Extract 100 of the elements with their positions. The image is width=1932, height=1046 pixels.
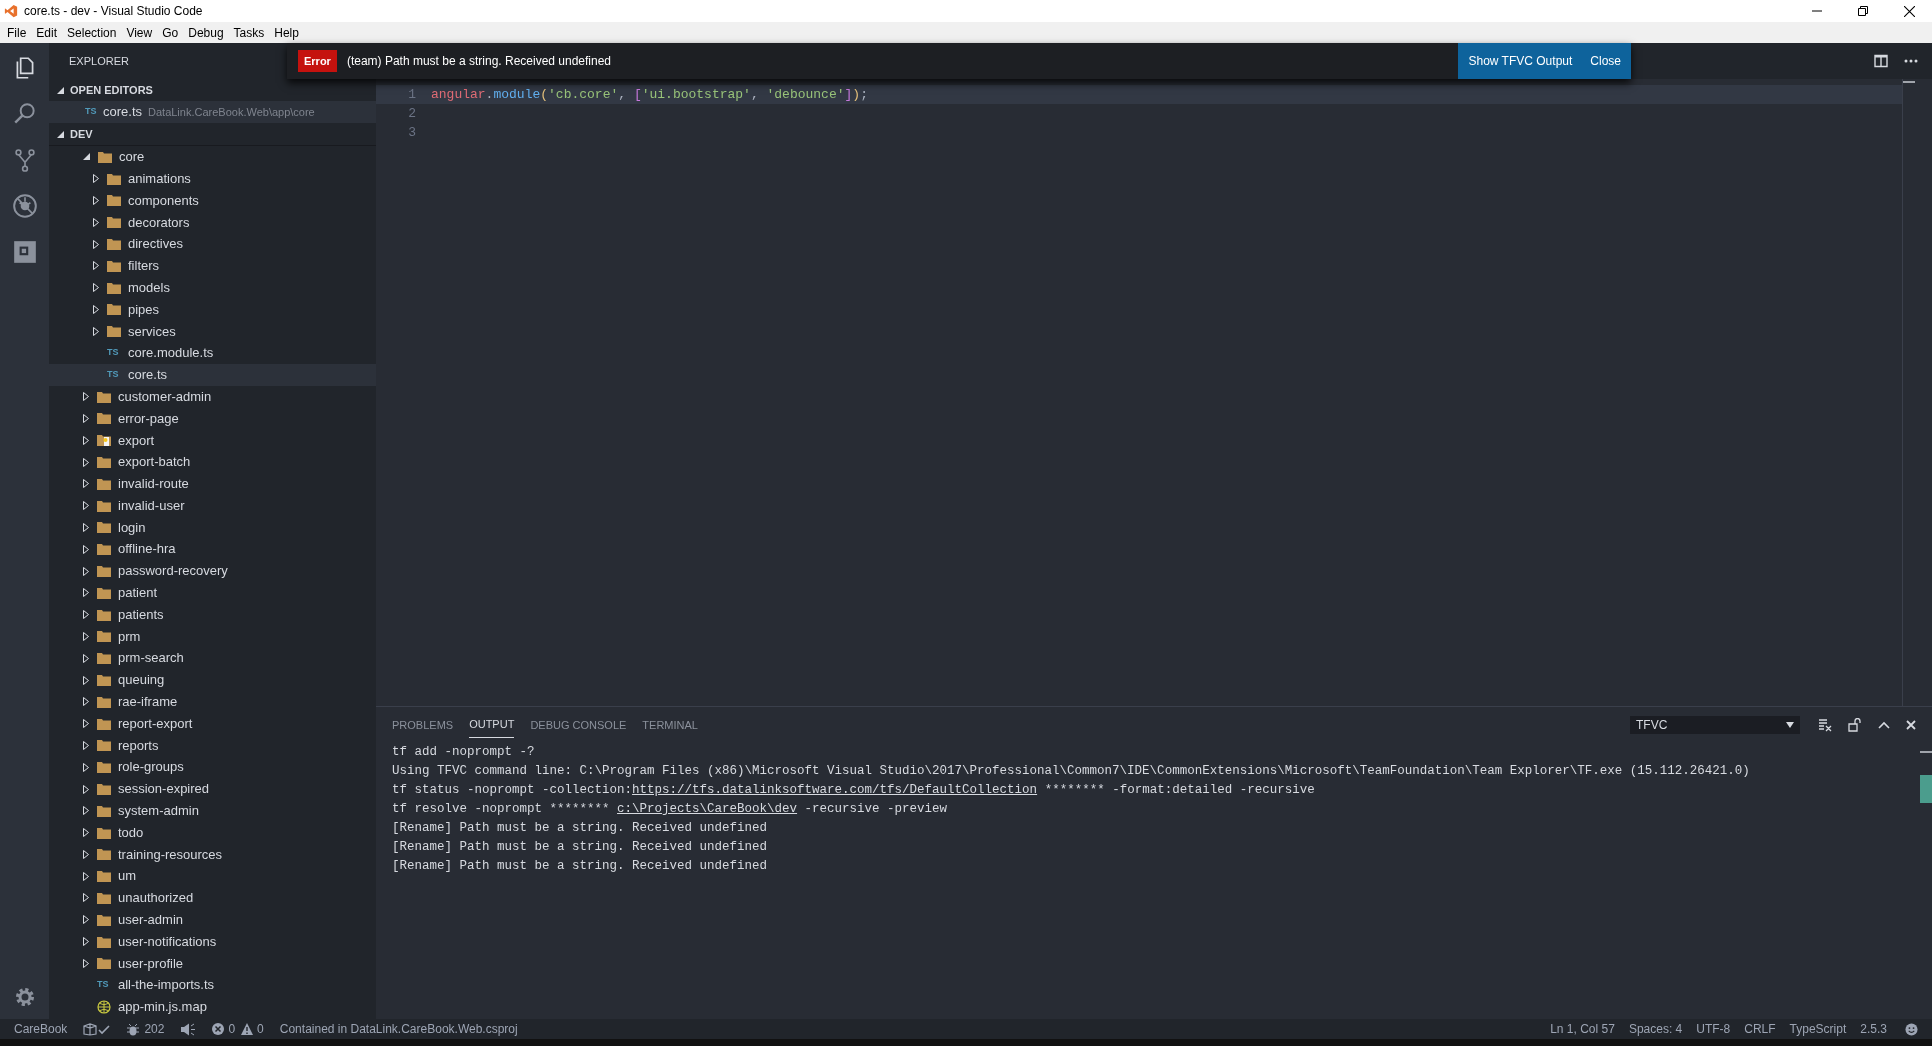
tree-item[interactable]: user-notifications: [49, 930, 376, 953]
tree-item[interactable]: invalid-route: [49, 472, 376, 495]
open-editor-item[interactable]: TS core.ts DataLink.CareBook.Web\app\core: [49, 101, 376, 123]
tree-item[interactable]: offline-hra: [49, 538, 376, 561]
bug-icon[interactable]: [127, 1022, 140, 1036]
tree-item[interactable]: services: [49, 320, 376, 343]
tree-item[interactable]: TS core.module.ts: [49, 342, 376, 364]
tree-item[interactable]: TS core.ts: [49, 363, 376, 386]
status-item[interactable]: Ln 1, Col 57: [1550, 1020, 1615, 1038]
notification-action[interactable]: Close: [1590, 52, 1621, 70]
overview-ruler-mark: [1920, 775, 1932, 803]
lock-icon[interactable]: [1848, 718, 1862, 732]
tree-item[interactable]: user-profile: [49, 952, 376, 975]
tree-item[interactable]: password-recovery: [49, 560, 376, 582]
menu-item[interactable]: Help: [269, 23, 304, 42]
tree-item[interactable]: core: [49, 146, 376, 168]
tree-item[interactable]: filters: [49, 255, 376, 277]
folder-icon: [107, 303, 121, 316]
tree-item[interactable]: reports: [49, 734, 376, 757]
section-header[interactable]: OPEN EDITORS: [49, 79, 376, 101]
split-editor-icon[interactable]: [1874, 54, 1888, 68]
folder-icon: [97, 608, 111, 621]
tree-item[interactable]: invalid-user: [49, 494, 376, 517]
notification-action[interactable]: Show TFVC Output: [1468, 52, 1573, 70]
tree-item[interactable]: system-admin: [49, 799, 376, 822]
scrollbar-thumb[interactable]: [1920, 751, 1932, 753]
debug-icon[interactable]: [11, 193, 38, 219]
ts-file-icon: TS: [85, 105, 103, 119]
tree-item[interactable]: session-expired: [49, 778, 376, 800]
menu-item[interactable]: Selection: [62, 23, 122, 42]
tree-item[interactable]: patient: [49, 581, 376, 604]
checkin-icon[interactable]: [83, 1022, 112, 1036]
folder-icon: [97, 848, 111, 861]
menu-item[interactable]: File: [2, 23, 32, 42]
tree-item[interactable]: animations: [49, 167, 376, 190]
status-item[interactable]: Spaces: 4: [1628, 1020, 1683, 1038]
tree-item[interactable]: queuing: [49, 669, 376, 691]
tree-item[interactable]: prm-search: [49, 647, 376, 670]
tree-item[interactable]: models: [49, 276, 376, 299]
tree-item[interactable]: unauthorized: [49, 887, 376, 909]
folder-icon: [97, 630, 111, 643]
output-channel-dropdown[interactable]: TFVC: [1630, 716, 1800, 734]
tree-item[interactable]: training-resources: [49, 843, 376, 866]
tree-item[interactable]: pipes: [49, 298, 376, 321]
status-item[interactable]: Contained in DataLink.CareBook.Web.csproj: [279, 1020, 518, 1038]
menu-item[interactable]: Debug: [183, 23, 229, 42]
tree-item[interactable]: TS all-the-imports.ts: [49, 974, 376, 997]
tree-item[interactable]: login: [49, 516, 376, 539]
tree-item[interactable]: todo: [49, 821, 376, 844]
tree-item[interactable]: export: [49, 429, 376, 452]
tree-item[interactable]: patients: [49, 603, 376, 626]
menu-item[interactable]: Edit: [31, 23, 63, 42]
panel-tab[interactable]: TERMINAL: [642, 712, 698, 738]
status-item[interactable]: CRLF: [1744, 1020, 1776, 1038]
tree-item[interactable]: prm: [49, 625, 376, 648]
status-item[interactable]: UTF-8: [1696, 1020, 1731, 1038]
menu-item[interactable]: Go: [157, 23, 184, 42]
error-icon[interactable]: [212, 1023, 225, 1035]
menu-item[interactable]: View: [121, 23, 158, 42]
tree-item[interactable]: components: [49, 189, 376, 212]
tree-item[interactable]: report-export: [49, 712, 376, 735]
clear-output-icon[interactable]: [1818, 718, 1832, 732]
status-item[interactable]: CareBook: [14, 1020, 68, 1038]
tree-item[interactable]: directives: [49, 233, 376, 255]
panel-tab[interactable]: DEBUG CONSOLE: [530, 712, 627, 738]
tree-item[interactable]: error-page: [49, 407, 376, 430]
caret-icon: [1786, 722, 1794, 728]
restore-icon[interactable]: [1858, 6, 1868, 16]
status-item[interactable]: TypeScript: [1789, 1020, 1847, 1038]
error-count[interactable]: 0: [228, 1020, 236, 1038]
tree-item[interactable]: customer-admin: [49, 385, 376, 408]
panel-tab[interactable]: OUTPUT: [469, 712, 515, 738]
extensions-icon[interactable]: [11, 239, 38, 265]
tree-item[interactable]: role-groups: [49, 756, 376, 779]
menu-item[interactable]: Tasks: [228, 23, 270, 42]
status-item[interactable]: 202: [144, 1020, 165, 1038]
folder-icon: [107, 325, 121, 338]
panel-tab[interactable]: PROBLEMS: [392, 712, 454, 738]
close-icon[interactable]: [1903, 5, 1915, 17]
section-header[interactable]: DEV: [49, 123, 376, 145]
folder-icon: [107, 216, 121, 229]
tree-item[interactable]: decorators: [49, 211, 376, 234]
status-item[interactable]: 2.5.3: [1860, 1020, 1887, 1038]
tree-item[interactable]: rae-iframe: [49, 690, 376, 713]
more-icon[interactable]: [1904, 59, 1918, 63]
warning-count[interactable]: 0: [257, 1020, 264, 1038]
tree-item[interactable]: app-min.js.map: [49, 996, 376, 1018]
tree-item[interactable]: um: [49, 865, 376, 888]
tree-item[interactable]: export-batch: [49, 451, 376, 473]
tree-item[interactable]: user-admin: [49, 908, 376, 931]
folder-icon: [97, 717, 111, 730]
scrollbar-thumb[interactable]: [1903, 81, 1915, 83]
folder-icon: [97, 434, 111, 447]
output-line: [Rename] Path must be a string. Received undefined: [392, 839, 769, 856]
speaker-icon[interactable]: [180, 1022, 197, 1036]
folder-icon: [107, 281, 121, 294]
warning-icon[interactable]: [241, 1023, 254, 1035]
chevron-up-icon[interactable]: [1878, 721, 1890, 729]
smiley-icon[interactable]: [1905, 1022, 1918, 1036]
folder-icon: [97, 957, 111, 970]
